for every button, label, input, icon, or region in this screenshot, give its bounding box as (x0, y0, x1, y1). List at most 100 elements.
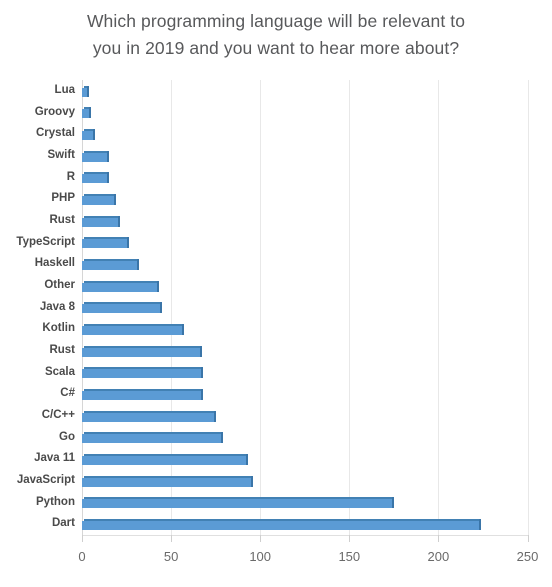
bar-row: Go (0, 427, 552, 449)
bar-fill (82, 174, 107, 184)
bar-top-edge (84, 237, 129, 240)
bar (82, 85, 90, 97)
bar (82, 215, 120, 227)
bar-row: Rust (0, 340, 552, 362)
category-label: Groovy (34, 105, 75, 118)
bar-fill (82, 477, 252, 487)
bar-fill (82, 260, 138, 270)
bar-fill (82, 304, 161, 314)
bar (82, 172, 109, 184)
bar-top-edge (84, 150, 109, 153)
x-tick-label: 100 (249, 549, 272, 564)
bar-top-edge (84, 323, 184, 326)
bar-end-cap (106, 172, 109, 184)
bar-top-edge (84, 453, 248, 456)
category-label: Crystal (36, 127, 75, 140)
bar-top-edge (84, 302, 163, 305)
bar-row: Kotlin (0, 318, 552, 340)
bar-end-cap (245, 453, 248, 465)
bar-end-cap (213, 410, 216, 422)
bar-end-cap (137, 258, 140, 270)
bar-fill (82, 499, 393, 509)
bar-end-cap (87, 85, 90, 97)
category-label: Rust (49, 214, 75, 226)
bar-end-cap (156, 280, 159, 292)
x-tick-mark (82, 535, 83, 542)
bar (82, 345, 202, 357)
category-label: Other (44, 279, 75, 291)
x-tick-label: 150 (338, 549, 361, 564)
bar-end-cap (92, 128, 95, 140)
bar-chart: Which programming language will be relev… (0, 0, 552, 587)
x-axis: 0 50 100 150 200 250 (0, 535, 552, 587)
bar (82, 388, 204, 400)
bar-end-cap (201, 367, 204, 379)
bar (82, 410, 216, 422)
category-label: Scala (44, 365, 75, 378)
category-label: Dart (51, 517, 75, 530)
bar-row: C# (0, 383, 552, 405)
bar-fill (82, 195, 115, 205)
bar (82, 302, 163, 314)
category-label: Kotlin (42, 322, 75, 335)
bar-top-edge (84, 388, 204, 391)
x-tick-mark (527, 535, 529, 542)
bar-row: Groovy (0, 102, 552, 124)
bar-fill (82, 520, 480, 530)
x-axis-line (82, 535, 528, 536)
category-label: Haskell (34, 257, 75, 270)
category-label: PHP (51, 192, 75, 205)
plot-area: Lua Groovy Crystal Swift R PHP Rust TypeScript H… (0, 80, 552, 535)
bar-fill (82, 239, 127, 249)
category-label: Go (59, 430, 75, 443)
bar (82, 475, 254, 487)
bar-end-cap (126, 237, 129, 249)
x-tick-label: 250 (516, 549, 539, 564)
bar-end-cap (251, 475, 254, 487)
bar-top-edge (84, 497, 395, 500)
bar-row: PHP (0, 188, 552, 210)
category-label: Java 11 (34, 452, 75, 465)
x-tick-mark (438, 535, 440, 542)
bar-row: Java 8 (0, 297, 552, 319)
x-tick-mark (171, 535, 173, 542)
bar-row: Haskell (0, 253, 552, 275)
bar (82, 258, 140, 270)
bar (82, 128, 95, 140)
category-label: C# (60, 387, 75, 400)
bar-top-edge (84, 410, 216, 413)
bar-row: C/C++ (0, 405, 552, 427)
bar-top-edge (84, 215, 120, 218)
bar-top-edge (84, 280, 159, 283)
bar (82, 323, 184, 335)
category-label: Python (36, 495, 75, 508)
category-label: JavaScript (16, 474, 75, 486)
bar (82, 193, 117, 205)
bar-top-edge (84, 367, 204, 370)
bar-fill (82, 412, 214, 422)
x-tick-mark (349, 535, 351, 542)
category-label: Java 8 (39, 300, 75, 313)
bar (82, 237, 129, 249)
bar (82, 280, 159, 292)
x-tick-mark (260, 535, 262, 542)
bar-fill (82, 109, 90, 119)
bar-end-cap (106, 150, 109, 162)
bar-row: Rust (0, 210, 552, 232)
bar (82, 107, 92, 119)
bar-fill (82, 152, 107, 162)
bar-end-cap (89, 107, 92, 119)
bar-end-cap (199, 345, 202, 357)
bar (82, 367, 204, 379)
bar-row: JavaScript (0, 470, 552, 492)
x-tick-label: 50 (163, 549, 179, 564)
bar (82, 150, 109, 162)
x-tick-label: 0 (78, 549, 86, 564)
category-label: Swift (47, 149, 75, 161)
bar-row: R (0, 167, 552, 189)
bar (82, 453, 248, 465)
bar (82, 518, 482, 530)
bar-top-edge (84, 193, 117, 196)
bar-row: Python (0, 492, 552, 514)
bar-fill (82, 347, 200, 357)
